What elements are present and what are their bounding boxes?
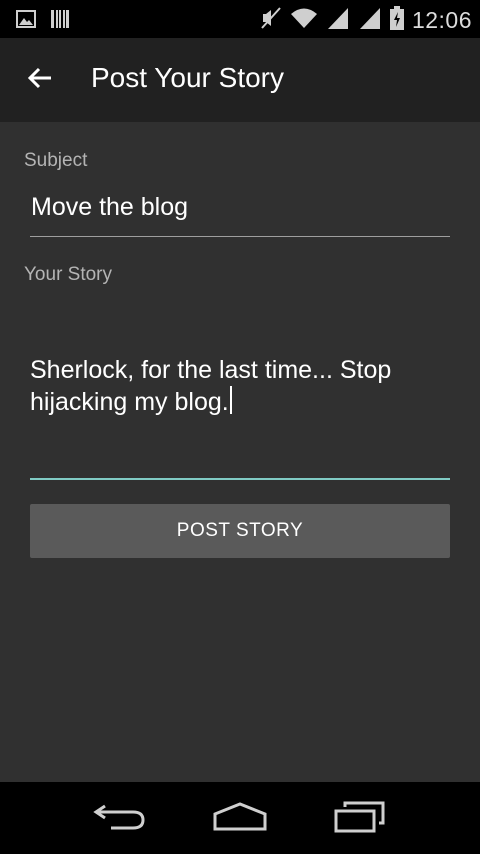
status-bar: 12:06 (0, 0, 480, 38)
text-cursor (229, 386, 232, 414)
home-icon (212, 801, 268, 837)
navigation-bar (0, 782, 480, 854)
wifi-icon (290, 7, 318, 34)
barcode-icon (50, 9, 70, 34)
battery-charging-icon (389, 6, 404, 35)
story-input[interactable]: Sherlock, for the last time... Stop hija… (30, 354, 450, 418)
arrow-back-icon (27, 65, 53, 96)
nav-home-button[interactable] (200, 796, 280, 842)
nav-back-button[interactable] (80, 796, 160, 842)
post-story-form: Subject Move the blog Your Story Sherloc… (0, 122, 480, 782)
app-bar: Post Your Story (0, 38, 480, 122)
subject-input[interactable]: Move the blog (31, 193, 188, 222)
signal-icon (358, 6, 382, 35)
story-underline (30, 478, 450, 480)
subject-underline (30, 236, 450, 237)
story-text: Sherlock, for the last time... Stop hija… (30, 356, 392, 416)
status-time: 12:06 (411, 7, 472, 33)
signal-icon (326, 6, 350, 35)
nav-recents-button[interactable] (320, 796, 400, 842)
story-label: Your Story (24, 264, 113, 285)
post-story-button[interactable]: POST STORY (30, 504, 450, 558)
recents-icon (333, 801, 387, 838)
mute-icon (260, 6, 282, 35)
back-icon (93, 802, 147, 837)
back-button[interactable] (16, 56, 64, 104)
image-icon (16, 9, 36, 34)
page-title: Post Your Story (91, 62, 285, 93)
subject-label: Subject (24, 150, 88, 171)
